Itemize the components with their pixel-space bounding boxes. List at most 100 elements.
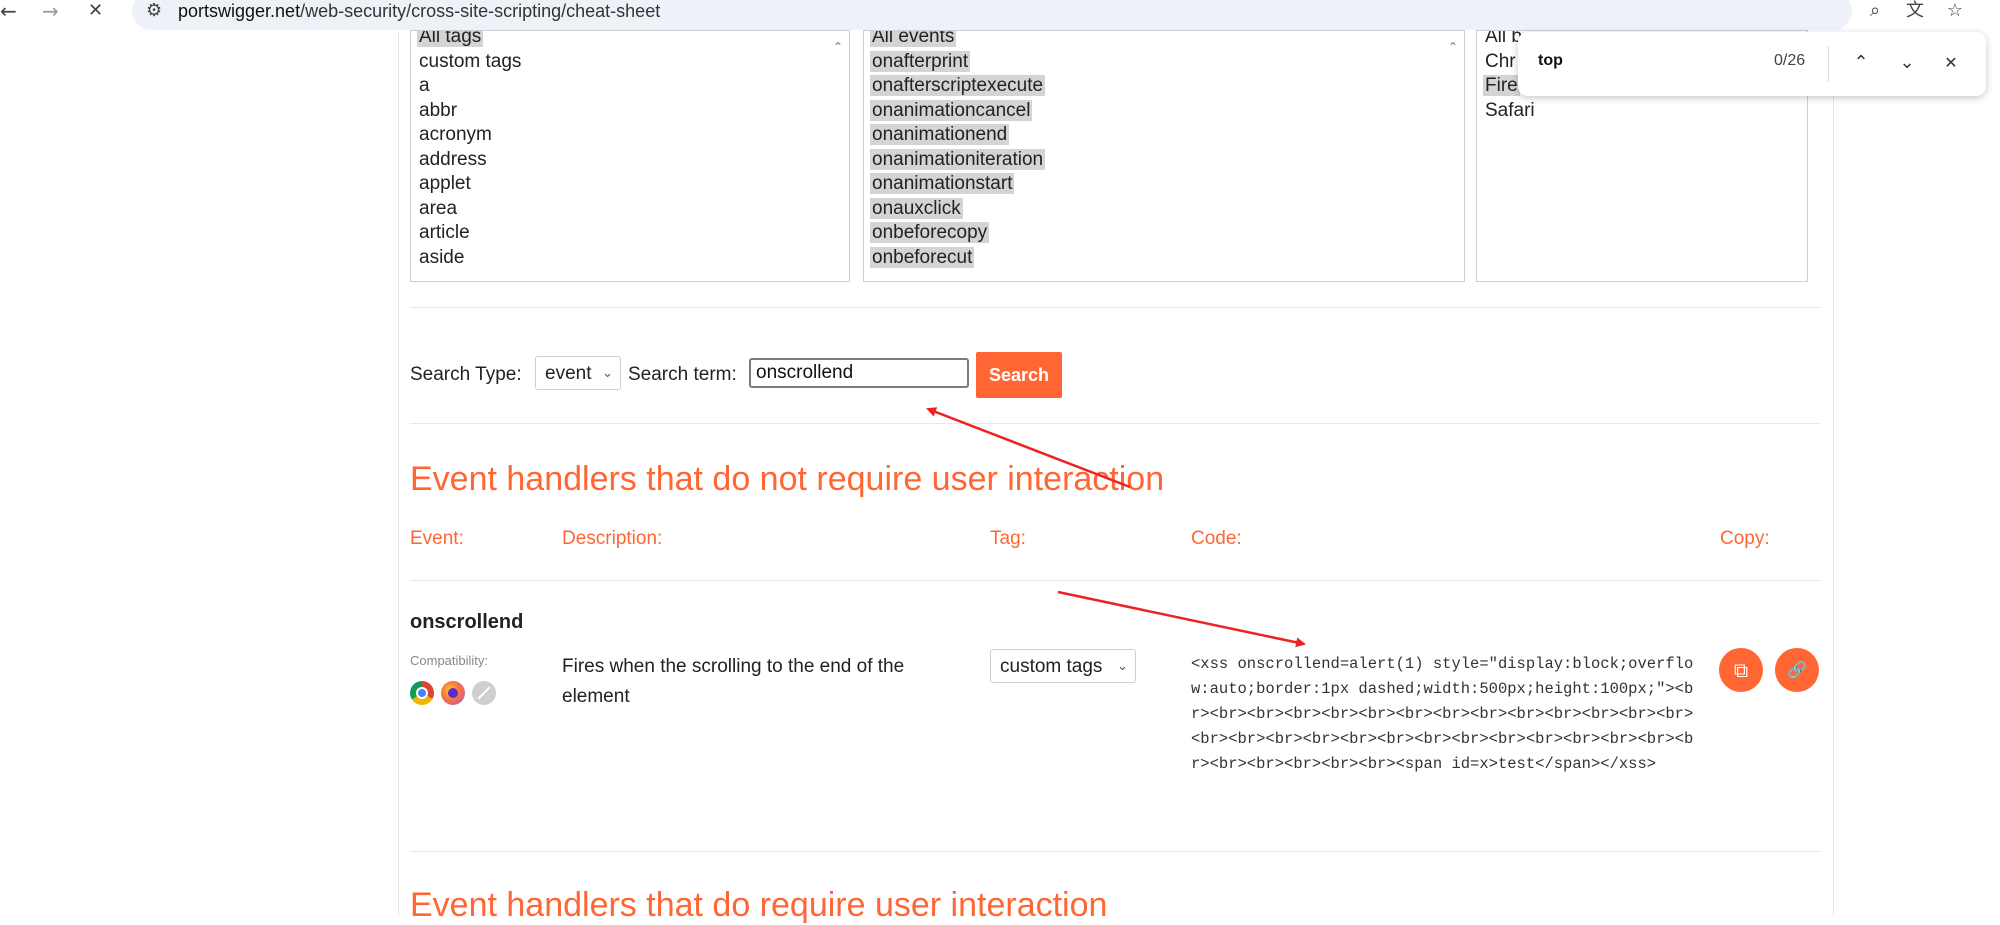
scroll-caret-icon: ⌃ bbox=[832, 40, 843, 54]
list-option[interactable]: custom tags bbox=[411, 50, 849, 75]
search-term-input[interactable]: onscrollend bbox=[749, 358, 969, 388]
tags-listbox[interactable]: All tags custom tags a abbr acronym address ap… bbox=[410, 30, 850, 282]
bookmark-star-icon[interactable]: ☆ bbox=[1942, 0, 1968, 22]
list-option[interactable]: abbr bbox=[411, 99, 849, 124]
list-option-label: onauxclick bbox=[870, 197, 963, 219]
copy-icon: ⧉ bbox=[1733, 658, 1749, 682]
events-list: All events onafterprint onafterscriptexecu… bbox=[864, 31, 1464, 271]
list-option[interactable]: a bbox=[411, 74, 849, 99]
list-option-label: onanimationend bbox=[870, 124, 1010, 145]
column-header-description: Description: bbox=[562, 528, 663, 549]
find-match-count: 0/26 bbox=[1774, 52, 1806, 69]
scroll-caret-icon: ⌃ bbox=[1447, 40, 1458, 54]
find-next-icon[interactable]: ⌄ bbox=[1894, 50, 1920, 76]
list-option-label: All b bbox=[1485, 30, 1522, 47]
firefox-icon bbox=[441, 681, 465, 705]
list-option-label: All tags bbox=[417, 31, 484, 47]
list-option-label: Safari bbox=[1485, 99, 1535, 121]
copy-link-button[interactable]: 🔗 bbox=[1775, 648, 1819, 692]
divider bbox=[410, 423, 1820, 424]
find-separator bbox=[1828, 46, 1829, 82]
column-header-copy: Copy: bbox=[1720, 528, 1770, 549]
list-option[interactable]: acronym bbox=[411, 123, 849, 148]
list-option-label: address bbox=[419, 148, 487, 170]
list-option-label: Fire bbox=[1483, 75, 1520, 96]
list-option[interactable]: article bbox=[411, 221, 849, 246]
find-previous-icon[interactable]: ⌃ bbox=[1848, 50, 1874, 76]
list-option-label: onbeforecopy bbox=[870, 222, 990, 243]
code-snippet[interactable]: <xss onscrollend=alert(1) style="display… bbox=[1191, 652, 1701, 777]
url-domain: portswigger.net bbox=[178, 1, 301, 21]
search-term-label: Search term: bbox=[628, 364, 737, 385]
list-option[interactable]: applet bbox=[411, 172, 849, 197]
link-icon: 🔗 bbox=[1787, 660, 1807, 679]
list-option[interactable]: onanimationend bbox=[864, 123, 1464, 148]
event-description: Fires when the scrolling to the end of t… bbox=[562, 656, 905, 707]
lens-icon[interactable]: ⌕ bbox=[1862, 0, 1888, 22]
list-option-label: onanimationstart bbox=[870, 173, 1015, 194]
list-option[interactable]: aside bbox=[411, 246, 849, 271]
find-input[interactable]: top bbox=[1538, 52, 1563, 70]
list-option[interactable]: onafterscriptexecute bbox=[864, 74, 1464, 99]
tag-select-value: custom tags bbox=[1000, 656, 1103, 677]
translate-icon[interactable]: 文 bbox=[1902, 0, 1928, 22]
tags-list: All tags custom tags a abbr acronym address ap… bbox=[411, 31, 849, 271]
search-type-label: Search Type: bbox=[410, 364, 522, 385]
list-option[interactable]: address bbox=[411, 148, 849, 173]
list-option[interactable]: All events bbox=[864, 31, 1464, 50]
divider bbox=[410, 307, 1820, 308]
site-info-icon[interactable]: ⚙ bbox=[146, 0, 162, 22]
copy-code-button[interactable]: ⧉ bbox=[1719, 648, 1763, 692]
chevron-down-icon: ⌄ bbox=[602, 366, 613, 381]
forward-icon[interactable]: → bbox=[42, 0, 59, 22]
list-option[interactable]: onanimationcancel bbox=[864, 99, 1464, 124]
stop-loading-icon[interactable]: ✕ bbox=[88, 0, 103, 22]
event-name: onscrollend bbox=[410, 611, 524, 633]
chevron-down-icon: ⌄ bbox=[1117, 659, 1128, 674]
search-type-value: event bbox=[545, 363, 592, 384]
list-option-label: applet bbox=[419, 173, 471, 194]
section-title-2: Event handlers that do require user inte… bbox=[410, 886, 1108, 924]
list-option-label: a bbox=[419, 75, 430, 96]
column-header-code: Code: bbox=[1191, 528, 1242, 549]
divider bbox=[410, 580, 1820, 581]
browser-toolbar: ← → ✕ ⚙ portswigger.net/web-security/cro… bbox=[0, 0, 2000, 32]
list-option[interactable]: onauxclick bbox=[864, 197, 1464, 222]
list-option-label: Chr bbox=[1485, 50, 1516, 72]
find-close-icon[interactable]: ✕ bbox=[1938, 50, 1964, 76]
list-option-label: onafterprint bbox=[870, 50, 971, 72]
url-text[interactable]: portswigger.net/web-security/cross-site-… bbox=[178, 0, 660, 22]
safari-icon bbox=[472, 681, 496, 705]
list-option-label: All events bbox=[870, 31, 957, 47]
column-header-tag: Tag: bbox=[990, 528, 1026, 549]
search-button[interactable]: Search bbox=[976, 352, 1062, 398]
list-option-label: onanimationcancel bbox=[870, 99, 1033, 121]
list-option-label: onafterscriptexecute bbox=[870, 75, 1046, 96]
list-option-label: custom tags bbox=[419, 50, 522, 72]
list-option[interactable]: onanimationiteration bbox=[864, 148, 1464, 173]
list-option-label: onanimationiteration bbox=[870, 148, 1046, 170]
back-icon[interactable]: ← bbox=[0, 0, 17, 22]
find-in-page-bar: top 0/26 ⌃ ⌄ ✕ bbox=[1518, 32, 1986, 96]
list-option[interactable]: Safari bbox=[1477, 99, 1807, 124]
divider bbox=[410, 851, 1820, 852]
list-option[interactable]: onafterprint bbox=[864, 50, 1464, 75]
list-option-label: area bbox=[419, 197, 458, 219]
column-header-event: Event: bbox=[410, 528, 464, 549]
tag-select[interactable]: custom tags ⌄ bbox=[990, 649, 1136, 683]
list-option[interactable]: onanimationstart bbox=[864, 172, 1464, 197]
list-option[interactable]: All tags bbox=[411, 31, 849, 50]
events-listbox[interactable]: All events onafterprint onafterscriptexecu… bbox=[863, 30, 1465, 282]
list-option[interactable]: area bbox=[411, 197, 849, 222]
chrome-icon bbox=[410, 681, 434, 705]
search-type-select[interactable]: event ⌄ bbox=[535, 356, 621, 390]
list-option-label: onbeforecut bbox=[870, 246, 975, 268]
list-option-label: article bbox=[419, 222, 470, 243]
list-option-label: acronym bbox=[419, 124, 492, 145]
url-path: /web-security/cross-site-scripting/cheat… bbox=[300, 1, 661, 21]
section-title: Event handlers that do not require user … bbox=[410, 460, 1165, 498]
compatibility-label: Compatibility: bbox=[410, 653, 489, 668]
list-option[interactable]: onbeforecut bbox=[864, 246, 1464, 271]
list-option[interactable]: onbeforecopy bbox=[864, 221, 1464, 246]
list-option-label: abbr bbox=[419, 99, 458, 121]
